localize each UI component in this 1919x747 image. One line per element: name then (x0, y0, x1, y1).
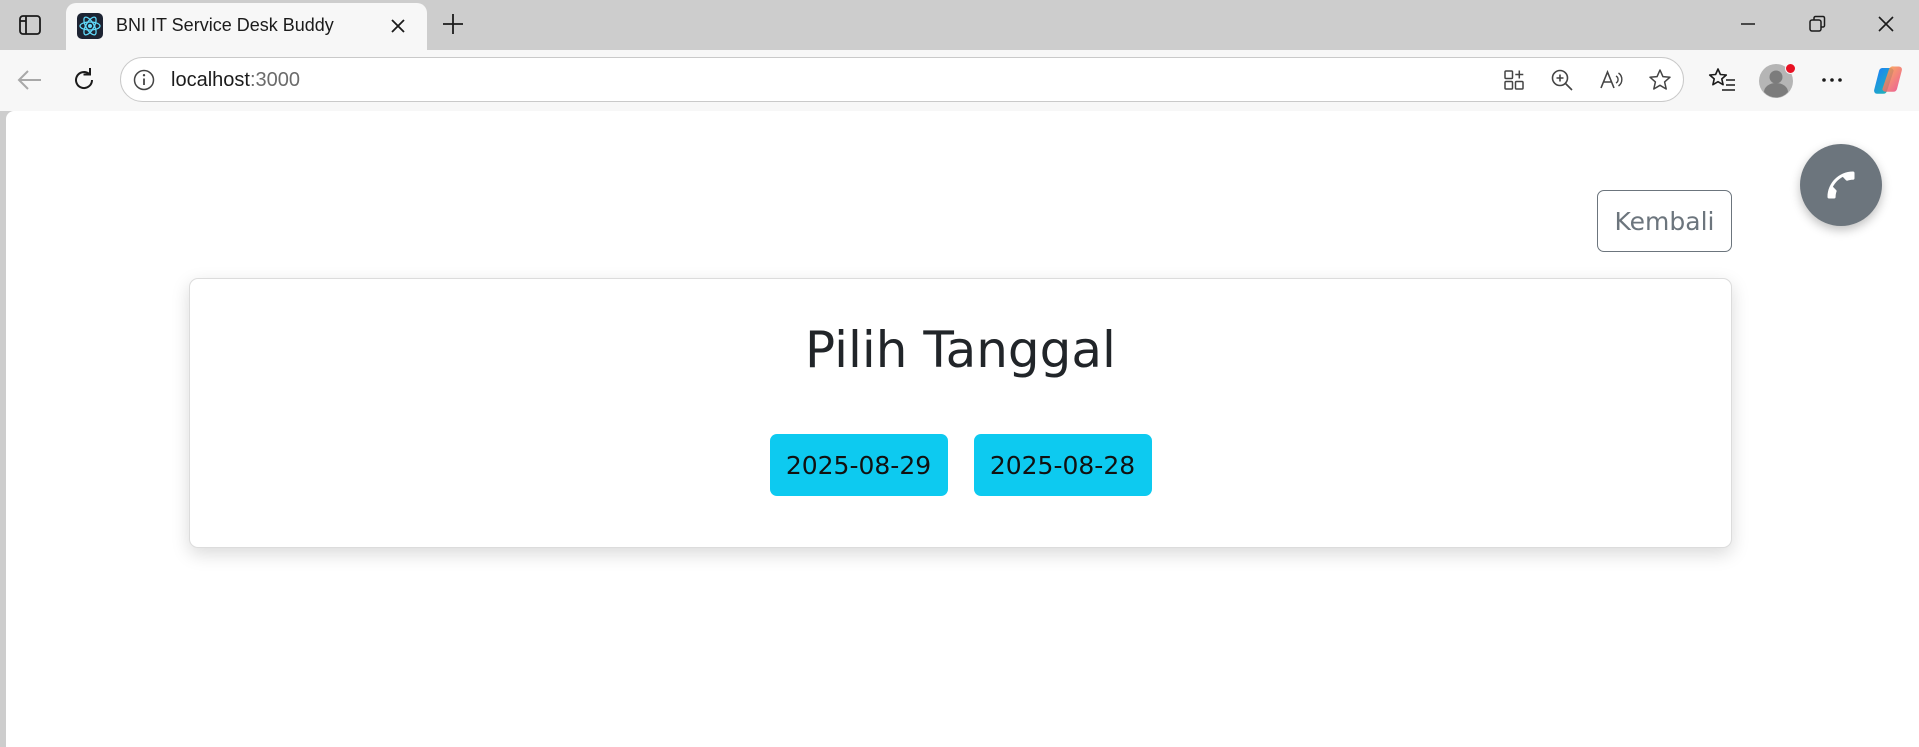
date-picker-card: Pilih Tanggal 2025-08-29 2025-08-28 (189, 278, 1732, 548)
app-available-icon[interactable] (1501, 67, 1527, 93)
browser-tab-active[interactable]: BNI IT Service Desk Buddy (66, 3, 427, 50)
site-info-icon[interactable] (131, 67, 157, 93)
page-viewport: Kembali Pilih Tanggal 2025-08-29 2025-08… (6, 111, 1919, 747)
restore-icon[interactable] (1804, 11, 1830, 37)
read-aloud-icon[interactable] (1598, 67, 1624, 93)
profile-avatar[interactable] (1758, 63, 1796, 99)
page-title: Pilih Tanggal (805, 321, 1116, 379)
date-button[interactable]: 2025-08-29 (769, 434, 948, 496)
date-options: 2025-08-29 2025-08-28 (190, 434, 1731, 496)
tab-strip: BNI IT Service Desk Buddy (0, 0, 1919, 50)
phone-icon (1823, 167, 1859, 203)
back-arrow-icon[interactable] (15, 65, 45, 95)
tab-actions-icon[interactable] (17, 12, 43, 38)
minimize-icon[interactable] (1735, 11, 1761, 37)
refresh-icon[interactable] (69, 65, 99, 95)
zoom-icon[interactable] (1549, 67, 1575, 93)
tab-title: BNI IT Service Desk Buddy (116, 15, 334, 35)
date-button[interactable]: 2025-08-28 (973, 434, 1152, 496)
more-menu-icon[interactable] (1817, 65, 1847, 95)
url-text[interactable]: localhost:3000 (171, 69, 300, 92)
url-host: localhost (171, 69, 250, 91)
favorite-star-icon[interactable] (1647, 67, 1673, 93)
back-button[interactable]: Kembali (1597, 190, 1732, 252)
close-tab-icon[interactable] (388, 16, 408, 36)
favorites-list-icon[interactable] (1707, 65, 1737, 95)
address-bar[interactable]: localhost:3000 (120, 57, 1684, 102)
close-window-icon[interactable] (1873, 11, 1899, 37)
new-tab-icon[interactable] (440, 11, 466, 37)
copilot-icon[interactable] (1872, 65, 1902, 95)
url-port: :3000 (249, 69, 300, 91)
react-logo-icon (77, 13, 103, 39)
call-support-button[interactable] (1800, 144, 1882, 226)
browser-toolbar: localhost:3000 (0, 50, 1919, 111)
notification-dot (1785, 63, 1796, 74)
